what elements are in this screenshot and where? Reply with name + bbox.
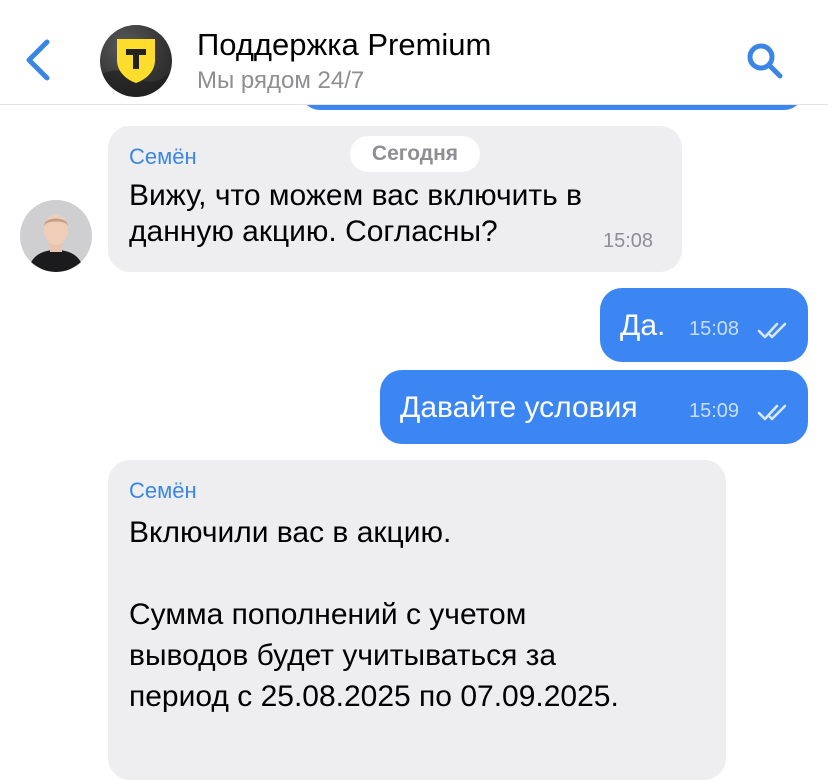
outgoing-message[interactable]: Давайте условия 15:09 xyxy=(380,370,808,444)
chat-title: Поддержка Premium xyxy=(197,27,492,62)
message-time: 15:08 xyxy=(603,230,654,252)
chat-header: Поддержка Premium Мы рядом 24/7 xyxy=(0,0,828,105)
date-divider: Сегодня xyxy=(350,136,480,172)
search-icon xyxy=(747,43,783,79)
double-check-icon xyxy=(757,322,787,339)
user-photo-icon xyxy=(20,200,92,272)
message-text: Давайте условия xyxy=(400,391,638,424)
search-button[interactable] xyxy=(744,40,786,82)
sender-name[interactable]: Семён xyxy=(129,144,197,170)
sender-name[interactable]: Семён xyxy=(129,478,197,504)
message-text: Вижу, что можем вас включить в данную ак… xyxy=(129,179,582,248)
channel-avatar[interactable] xyxy=(100,25,172,97)
bank-logo-icon xyxy=(100,39,172,97)
sender-avatar[interactable] xyxy=(20,200,92,272)
back-button[interactable] xyxy=(20,38,60,82)
chevron-left-icon xyxy=(26,39,50,81)
message-text: Да. xyxy=(620,309,666,342)
outgoing-message[interactable]: Да. 15:08 xyxy=(600,288,808,362)
chat-subtitle: Мы рядом 24/7 xyxy=(197,67,365,94)
incoming-message[interactable]: Семён Включили вас в акцию. Сумма пополн… xyxy=(108,460,726,780)
message-time: 15:08 xyxy=(689,318,740,340)
message-text: Включили вас в акцию. Сумма пополнений с… xyxy=(129,516,619,713)
double-check-icon xyxy=(757,404,787,421)
message-time: 15:09 xyxy=(689,400,740,422)
